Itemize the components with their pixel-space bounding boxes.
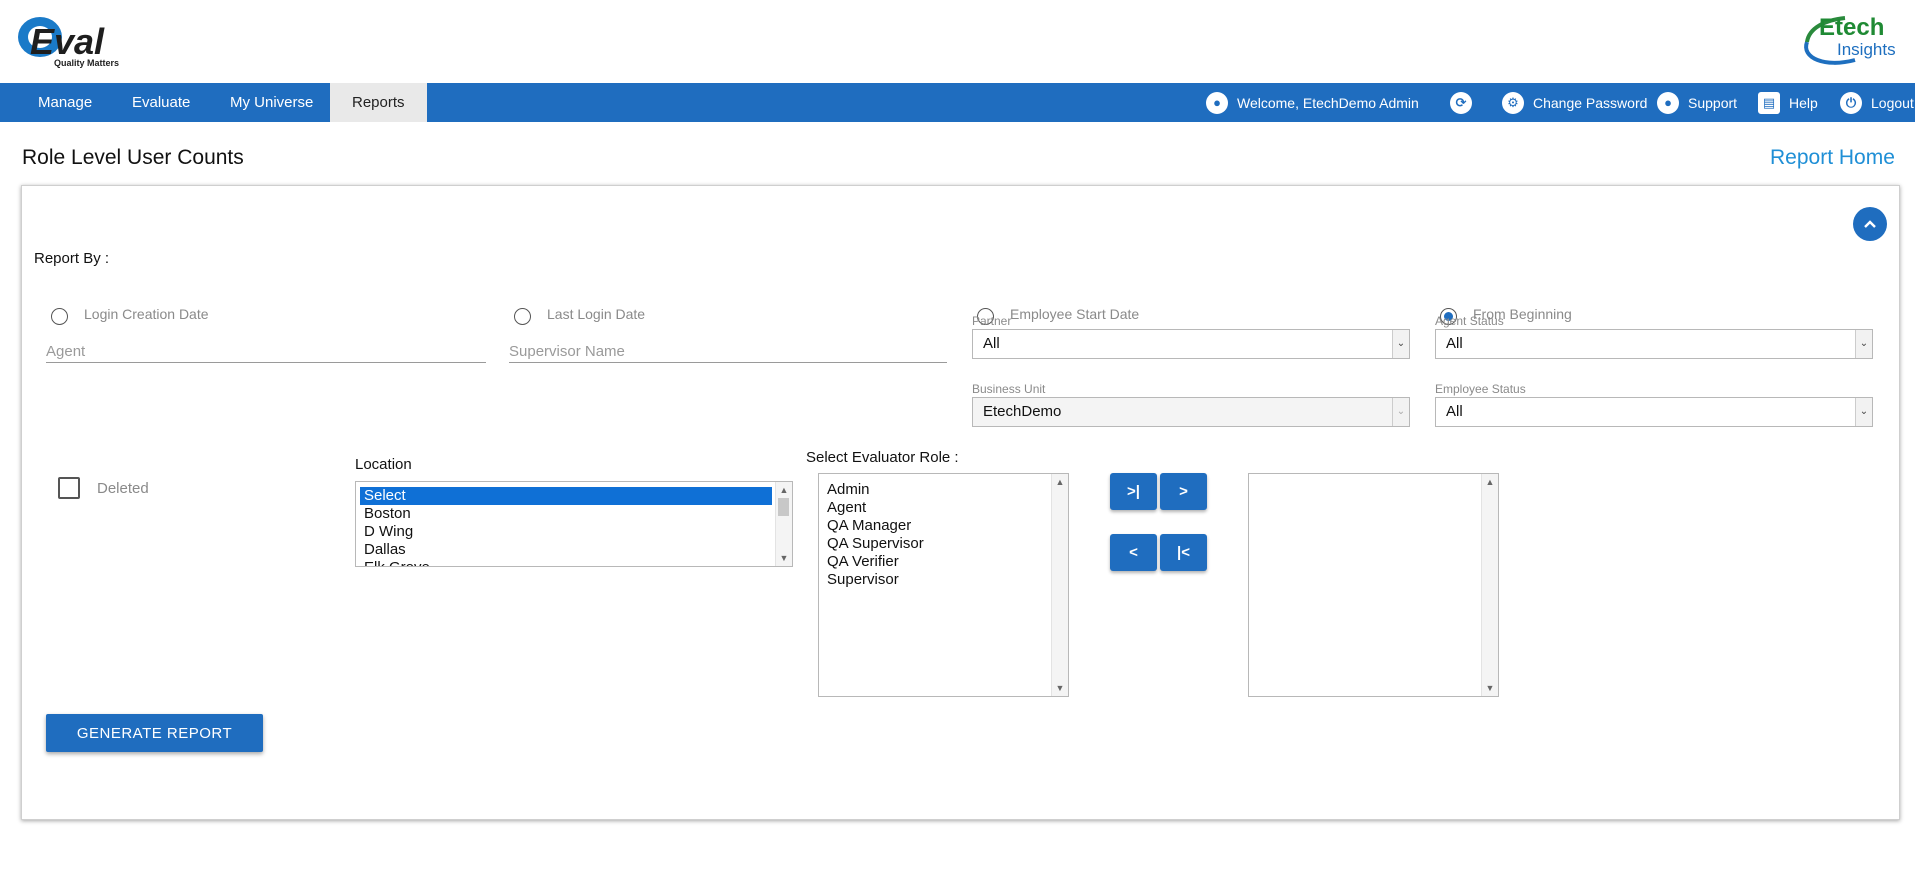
location-label: Location	[355, 456, 412, 473]
agent-status-label: Agent Status	[1435, 314, 1504, 328]
evaluator-role-option[interactable]: QA Manager	[819, 517, 1068, 535]
nav-manage[interactable]: Manage	[16, 83, 114, 122]
radio-last-login-date[interactable]	[514, 308, 531, 325]
main-nav-bar: Manage Evaluate My Universe Reports ● We…	[0, 83, 1915, 122]
evaluator-role-option[interactable]: Admin	[819, 481, 1068, 499]
help-label: Help	[1789, 94, 1818, 111]
book-icon: ▤	[1758, 91, 1780, 114]
evaluator-role-selected-listbox[interactable]: ▲ ▼	[1248, 473, 1499, 697]
evaluator-role-scrollbar[interactable]: ▲ ▼	[1051, 474, 1068, 696]
scroll-up-icon[interactable]: ▲	[1482, 475, 1498, 489]
support-link[interactable]: ● Support	[1657, 83, 1737, 122]
agent-input[interactable]	[46, 340, 486, 363]
employee-status-label: Employee Status	[1435, 382, 1526, 396]
report-by-label: Report By :	[34, 250, 110, 267]
nav-evaluate[interactable]: Evaluate	[110, 83, 212, 122]
partner-value: All	[983, 335, 1000, 352]
nav-reports[interactable]: Reports	[330, 83, 427, 122]
sync-icon: ⟳	[1450, 91, 1472, 114]
evaluator-role-option[interactable]: QA Supervisor	[819, 535, 1068, 553]
welcome-user[interactable]: ● Welcome, EtechDemo Admin	[1206, 83, 1419, 122]
agent-status-value: All	[1446, 335, 1463, 352]
scroll-down-icon[interactable]: ▼	[1482, 681, 1498, 695]
etech-logo-line2: Insights	[1837, 40, 1896, 59]
radio-employee-start-date-label: Employee Start Date	[1010, 306, 1140, 322]
radio-login-creation-date[interactable]	[51, 308, 68, 325]
qeval-logo: Eval Quality Matters	[10, 8, 135, 72]
etech-insights-logo: Etech Insights	[1795, 8, 1905, 70]
scroll-down-icon[interactable]: ▼	[776, 551, 792, 565]
user-circle-icon: ●	[1206, 91, 1228, 114]
etech-logo-line1: Etech	[1819, 14, 1885, 41]
help-link[interactable]: ▤ Help	[1758, 83, 1818, 122]
supervisor-name-input[interactable]	[509, 340, 947, 363]
agent-status-select[interactable]: All ⌄	[1435, 329, 1873, 359]
report-home-link[interactable]: Report Home	[1770, 146, 1895, 170]
move-all-left-button[interactable]: |<	[1160, 534, 1207, 571]
radio-login-creation-date-label: Login Creation Date	[84, 306, 209, 322]
logout-link[interactable]: ⏻ Logout	[1840, 83, 1914, 122]
deleted-label: Deleted	[97, 480, 149, 497]
sync-button[interactable]: ⟳	[1450, 83, 1481, 122]
deleted-checkbox[interactable]	[58, 477, 80, 499]
move-all-right-button[interactable]: >|	[1110, 473, 1157, 510]
employee-status-value: All	[1446, 403, 1463, 420]
support-icon: ●	[1657, 91, 1679, 114]
location-option[interactable]: Elk Grove	[356, 559, 792, 566]
move-right-button[interactable]: >	[1160, 473, 1207, 510]
scroll-thumb[interactable]	[778, 498, 789, 516]
logout-label: Logout	[1871, 94, 1914, 111]
business-unit-value: EtechDemo	[983, 403, 1062, 420]
partner-select[interactable]: All ⌄	[972, 329, 1410, 359]
location-option[interactable]: Select	[360, 487, 772, 505]
chevron-down-icon: ⌄	[1392, 330, 1409, 358]
svg-text:Eval: Eval	[30, 21, 105, 62]
chevron-down-icon: ⌄	[1392, 398, 1409, 426]
chevron-down-icon: ⌄	[1855, 330, 1872, 358]
page-title: Role Level User Counts	[22, 146, 244, 169]
chevron-down-icon: ⌄	[1855, 398, 1872, 426]
support-label: Support	[1688, 94, 1738, 111]
location-scrollbar[interactable]: ▲ ▼	[775, 482, 792, 566]
generate-report-button[interactable]: GENERATE REPORT	[46, 714, 263, 752]
scroll-up-icon[interactable]: ▲	[776, 483, 792, 497]
location-listbox[interactable]: Select Boston D Wing Dallas Elk Grove ▲ …	[355, 481, 793, 567]
qeval-tagline: Quality Matters	[54, 58, 120, 68]
evaluator-role-available-listbox[interactable]: Admin Agent QA Manager QA Supervisor QA …	[818, 473, 1069, 697]
gear-icon: ⚙	[1502, 91, 1524, 114]
location-option[interactable]: Boston	[356, 505, 792, 523]
scroll-up-icon[interactable]: ▲	[1052, 475, 1068, 489]
evaluator-role-option[interactable]: Agent	[819, 499, 1068, 517]
business-unit-select[interactable]: EtechDemo ⌄	[972, 397, 1410, 427]
employee-status-select[interactable]: All ⌄	[1435, 397, 1873, 427]
evaluator-role-option[interactable]: QA Verifier	[819, 553, 1068, 571]
change-password-link[interactable]: ⚙ Change Password	[1502, 83, 1647, 122]
nav-my-universe[interactable]: My Universe	[208, 83, 335, 122]
scroll-down-icon[interactable]: ▼	[1052, 681, 1068, 695]
location-option[interactable]: Dallas	[356, 541, 792, 559]
business-unit-label: Business Unit	[972, 382, 1046, 396]
power-icon: ⏻	[1840, 91, 1862, 114]
selected-role-scrollbar[interactable]: ▲ ▼	[1481, 474, 1498, 696]
partner-label: Partner	[972, 314, 1012, 328]
change-password-label: Change Password	[1533, 94, 1648, 111]
welcome-text: Welcome, EtechDemo Admin	[1237, 94, 1419, 111]
collapse-button[interactable]	[1853, 207, 1887, 241]
chevron-up-icon	[1864, 220, 1876, 228]
evaluator-role-option[interactable]: Supervisor	[819, 571, 1068, 589]
evaluator-role-label: Select Evaluator Role :	[806, 449, 959, 466]
radio-last-login-date-label: Last Login Date	[547, 306, 646, 322]
move-left-button[interactable]: <	[1110, 534, 1157, 571]
location-option[interactable]: D Wing	[356, 523, 792, 541]
